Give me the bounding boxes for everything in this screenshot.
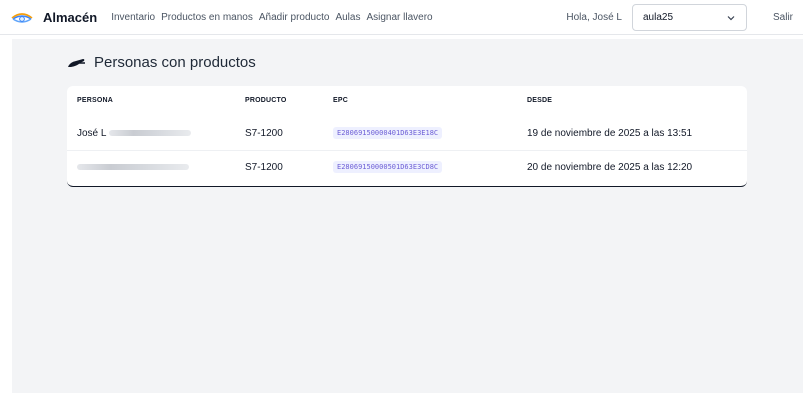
persona-cell: [77, 162, 189, 173]
user-greeting: Hola, José L: [566, 12, 622, 23]
producto-cell: S7-1200: [245, 128, 283, 139]
nav-link-aulas[interactable]: Aulas: [335, 12, 360, 23]
desde-cell: 19 de noviembre de 2025 a las 13:51: [527, 128, 693, 139]
page-title: Personas con productos: [94, 54, 256, 71]
nav-right: Hola, José L aula25 Salir: [566, 0, 793, 35]
table-row: José L S7-1200 E28069150000401D63E3E18C …: [67, 118, 747, 151]
nav-link-inventario[interactable]: Inventario: [111, 12, 155, 23]
page-header: Personas con productos: [67, 54, 256, 71]
people-products-table: PERSONA PRODUCTO EPC DESDE José L S7-120…: [67, 86, 747, 187]
column-header-persona: PERSONA: [77, 97, 114, 104]
brand-name: Almacén: [43, 9, 98, 25]
nav-links: Inventario Productos en manos Añadir pro…: [111, 12, 438, 23]
epc-badge: E28069150000401D63E3E18C: [333, 127, 443, 139]
eye-logo-icon: [11, 13, 33, 23]
column-header-producto: PRODUCTO: [245, 97, 287, 104]
classroom-select[interactable]: aula25: [631, 4, 747, 31]
nav-link-asignar-llavero[interactable]: Asignar llavero: [366, 12, 432, 23]
brand[interactable]: Almacén: [10, 7, 97, 27]
chevron-down-icon: [727, 15, 735, 20]
table-header: PERSONA PRODUCTO EPC DESDE: [67, 86, 747, 118]
redacted-name: [77, 164, 189, 171]
persona-cell: José L: [77, 128, 191, 139]
epc-badge: E28069150000501D63E3CD8C: [333, 161, 443, 173]
column-header-desde: DESDE: [527, 97, 553, 104]
logout-link[interactable]: Salir: [773, 12, 793, 23]
classroom-select-value: aula25: [642, 12, 674, 23]
main-content: Personas con productos PERSONA PRODUCTO …: [12, 39, 803, 393]
nav-link-productos-en-manos[interactable]: Productos en manos: [161, 12, 253, 23]
hand-icon: [68, 58, 85, 67]
column-header-epc: EPC: [333, 97, 348, 104]
top-navbar: Almacén Inventario Productos en manos Añ…: [0, 0, 803, 35]
producto-cell: S7-1200: [245, 162, 283, 173]
desde-cell: 20 de noviembre de 2025 a las 12:20: [527, 162, 693, 173]
nav-link-anadir-producto[interactable]: Añadir producto: [259, 12, 330, 23]
persona-name: José L: [77, 128, 107, 139]
table-row: S7-1200 E28069150000501D63E3CD8C 20 de n…: [67, 152, 747, 185]
redacted-surname: [108, 130, 191, 137]
